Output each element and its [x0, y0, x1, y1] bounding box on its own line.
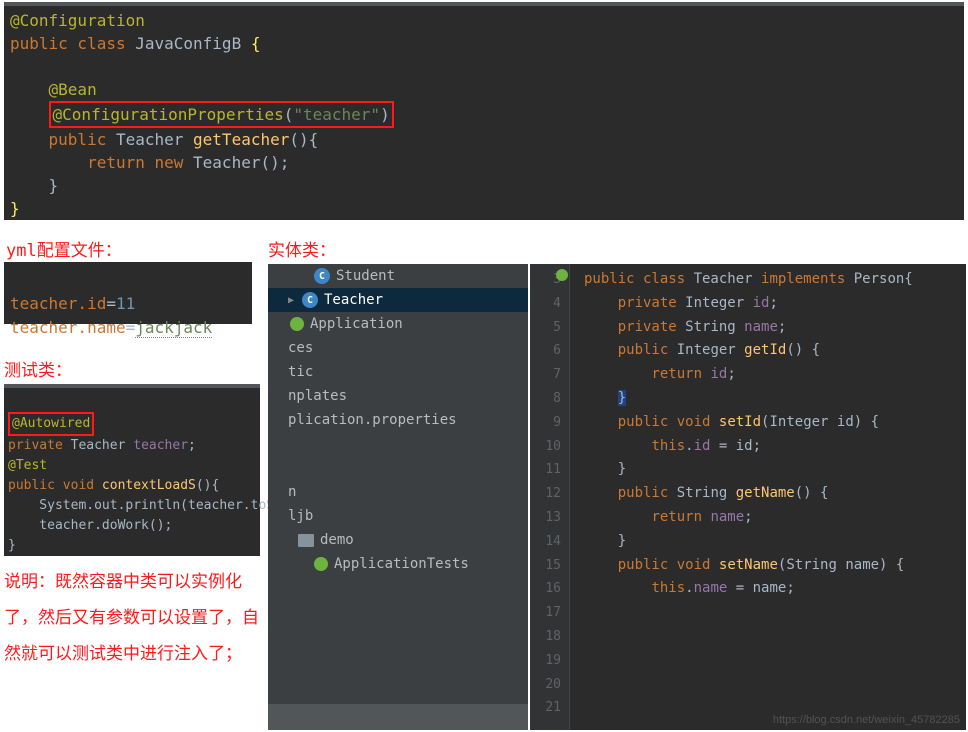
tree-item-label: Student	[336, 268, 528, 284]
tree-item[interactable]	[268, 456, 528, 480]
line-number: 14	[536, 530, 561, 554]
config-class-editor: @Configuration public class JavaConfigB …	[4, 2, 964, 220]
tree-arrow-icon	[272, 367, 282, 377]
tree-arrow-icon	[298, 559, 308, 569]
line-number: 16	[536, 577, 561, 601]
code-line: this.name = name;	[584, 577, 966, 601]
tree-item-label: ces	[288, 340, 528, 356]
tree-item[interactable]: plication.properties	[268, 408, 528, 432]
explanation-note: 说明：既然容器中类可以实例化了，然后又有参数可以设置了，自然就可以测试类中进行注…	[4, 564, 264, 672]
tree-item[interactable]: ApplicationTests	[268, 552, 528, 576]
code-area[interactable]: public class Teacher implements Person{ …	[570, 264, 966, 730]
teacher-class-editor[interactable]: 3456789101112131415161718192021 public c…	[530, 264, 966, 730]
folder-icon	[298, 534, 314, 547]
tree-arrow-icon	[272, 391, 282, 401]
tree-arrow-icon: ▶	[286, 295, 296, 305]
tree-arrow-icon	[272, 415, 282, 425]
tree-arrow-icon	[298, 271, 308, 281]
line-number: 9	[536, 411, 561, 435]
code-line: private Integer id;	[584, 292, 966, 316]
entity-section-label: 实体类：	[268, 236, 336, 261]
annotation-bean: @Bean	[49, 80, 97, 99]
tree-item-label: Teacher	[324, 292, 528, 308]
tree-item[interactable]: n	[268, 480, 528, 504]
annotation-configuration: @Configuration	[10, 11, 145, 30]
line-number: 11	[536, 458, 561, 482]
code-line: public String getName() {	[584, 482, 966, 506]
tree-arrow-icon	[272, 487, 282, 497]
yml-section-label: yml配置文件：	[6, 236, 122, 261]
tree-arrow-icon	[272, 511, 282, 521]
test-section-label: 测试类：	[4, 356, 72, 381]
code-line: }	[584, 387, 966, 411]
tree-item-label: plication.properties	[288, 412, 528, 428]
spring-boot-icon	[314, 557, 328, 571]
tree-item[interactable]: tic	[268, 360, 528, 384]
line-number: 21	[536, 696, 561, 720]
line-number-gutter: 3456789101112131415161718192021	[530, 264, 570, 730]
code-line: public void setName(String name) {	[584, 554, 966, 578]
line-number: 15	[536, 554, 561, 578]
class-icon: C	[314, 268, 330, 284]
highlighted-configuration-properties: @ConfigurationProperties("teacher")	[49, 101, 394, 128]
yml-config-panel: teacher.id=11 teacher.name=jackjack	[4, 262, 252, 324]
spring-boot-icon	[556, 269, 568, 281]
line-number: 20	[536, 673, 561, 697]
line-number: 13	[536, 506, 561, 530]
tree-item-label: demo	[320, 532, 528, 548]
annotation-test: @Test	[8, 458, 47, 473]
tree-item-label: Application	[310, 316, 528, 332]
code-line: }	[584, 458, 966, 482]
tree-item[interactable]: C Student	[268, 264, 528, 288]
line-number: 7	[536, 363, 561, 387]
tree-item[interactable]: ces	[268, 336, 528, 360]
tree-arrow-icon	[274, 319, 284, 329]
watermark-text: https://blog.csdn.net/weixin_45782285	[773, 714, 960, 726]
tree-item[interactable]	[268, 432, 528, 456]
tree-item[interactable]: ljb	[268, 504, 528, 528]
line-number: 19	[536, 649, 561, 673]
spring-boot-icon	[290, 317, 304, 331]
line-number: 6	[536, 339, 561, 363]
tree-bottom-bar	[268, 704, 528, 730]
code-line: this.id = id;	[584, 435, 966, 459]
tree-item[interactable]: demo	[268, 528, 528, 552]
line-number: 10	[536, 435, 561, 459]
code-line: public Integer getId() {	[584, 339, 966, 363]
tree-item-label: tic	[288, 364, 528, 380]
test-class-editor: @Autowired private Teacher teacher; @Tes…	[4, 384, 260, 556]
project-tree-panel[interactable]: C Student ▶ C Teacher Application ces tic nplate…	[268, 264, 528, 730]
tree-item-label: ljb	[288, 508, 528, 524]
line-number: 8	[536, 387, 561, 411]
code-line: }	[8, 538, 16, 553]
line-number: 18	[536, 625, 561, 649]
tree-item[interactable]: Application	[268, 312, 528, 336]
line-number: 5	[536, 316, 561, 340]
tree-item[interactable]: ▶ C Teacher	[268, 288, 528, 312]
tree-item-label: ApplicationTests	[334, 556, 528, 572]
tree-item-label: nplates	[288, 388, 528, 404]
code-line: public class Teacher implements Person{	[584, 268, 966, 292]
code-line: }	[584, 530, 966, 554]
tree-arrow-icon	[272, 343, 282, 353]
annotation-autowired: @Autowired	[12, 416, 90, 431]
class-icon: C	[302, 292, 318, 308]
tree-item-label: n	[288, 484, 528, 500]
code-line: return name;	[584, 506, 966, 530]
tree-arrow-icon	[282, 535, 292, 545]
code-line: public void setId(Integer id) {	[584, 411, 966, 435]
code-line: private String name;	[584, 316, 966, 340]
code-line: teacher.doWork();	[8, 518, 172, 533]
line-number: 12	[536, 482, 561, 506]
line-number: 4	[536, 292, 561, 316]
line-number: 17	[536, 601, 561, 625]
code-line: return id;	[584, 363, 966, 387]
tree-item[interactable]: nplates	[268, 384, 528, 408]
